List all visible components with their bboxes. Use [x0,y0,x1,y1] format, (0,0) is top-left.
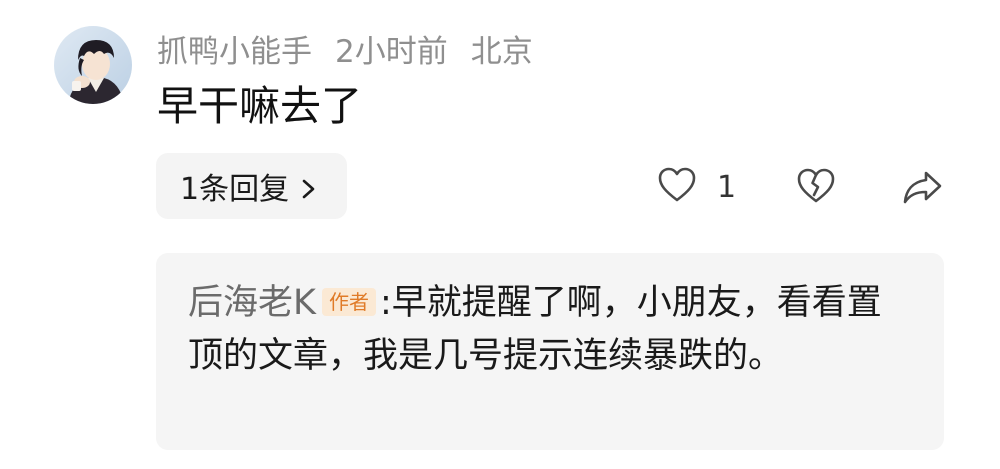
reply-author-name[interactable]: 后海老K [188,283,316,323]
heart-outline-icon [655,163,699,211]
share-arrow-icon [899,171,945,214]
comment-author-name[interactable]: 抓鸭小能手 [157,26,312,71]
comment-item: 抓鸭小能手 2小时前 北京 早干嘛去了 1条回复 1 后海老K 作者:早就提醒… [0,0,1000,469]
reply-separator: : [379,283,392,323]
view-replies-label: 1条回复 [180,172,290,207]
like-button[interactable]: 1 [655,164,736,210]
broken-heart-icon [794,168,838,212]
dislike-button[interactable] [794,164,840,210]
comment-text: 早干嘛去了 [157,82,362,130]
chevron-right-icon [299,174,319,199]
like-count: 1 [717,169,737,205]
reply-body: 后海老K 作者:早就提醒了啊，小朋友，看看置顶的文章，我是几号提示连续暴跌的。 [188,277,888,383]
avatar-image [54,26,132,104]
avatar[interactable] [54,26,132,104]
share-button[interactable] [899,164,945,210]
comment-meta: 抓鸭小能手 2小时前 北京 [157,26,533,71]
reply-preview-card[interactable]: 后海老K 作者:早就提醒了啊，小朋友，看看置顶的文章，我是几号提示连续暴跌的。 [156,253,944,450]
view-replies-button[interactable]: 1条回复 [156,153,347,219]
comment-time: 2小时前 [335,33,448,70]
author-badge: 作者 [321,288,376,316]
comment-location: 北京 [470,33,533,70]
